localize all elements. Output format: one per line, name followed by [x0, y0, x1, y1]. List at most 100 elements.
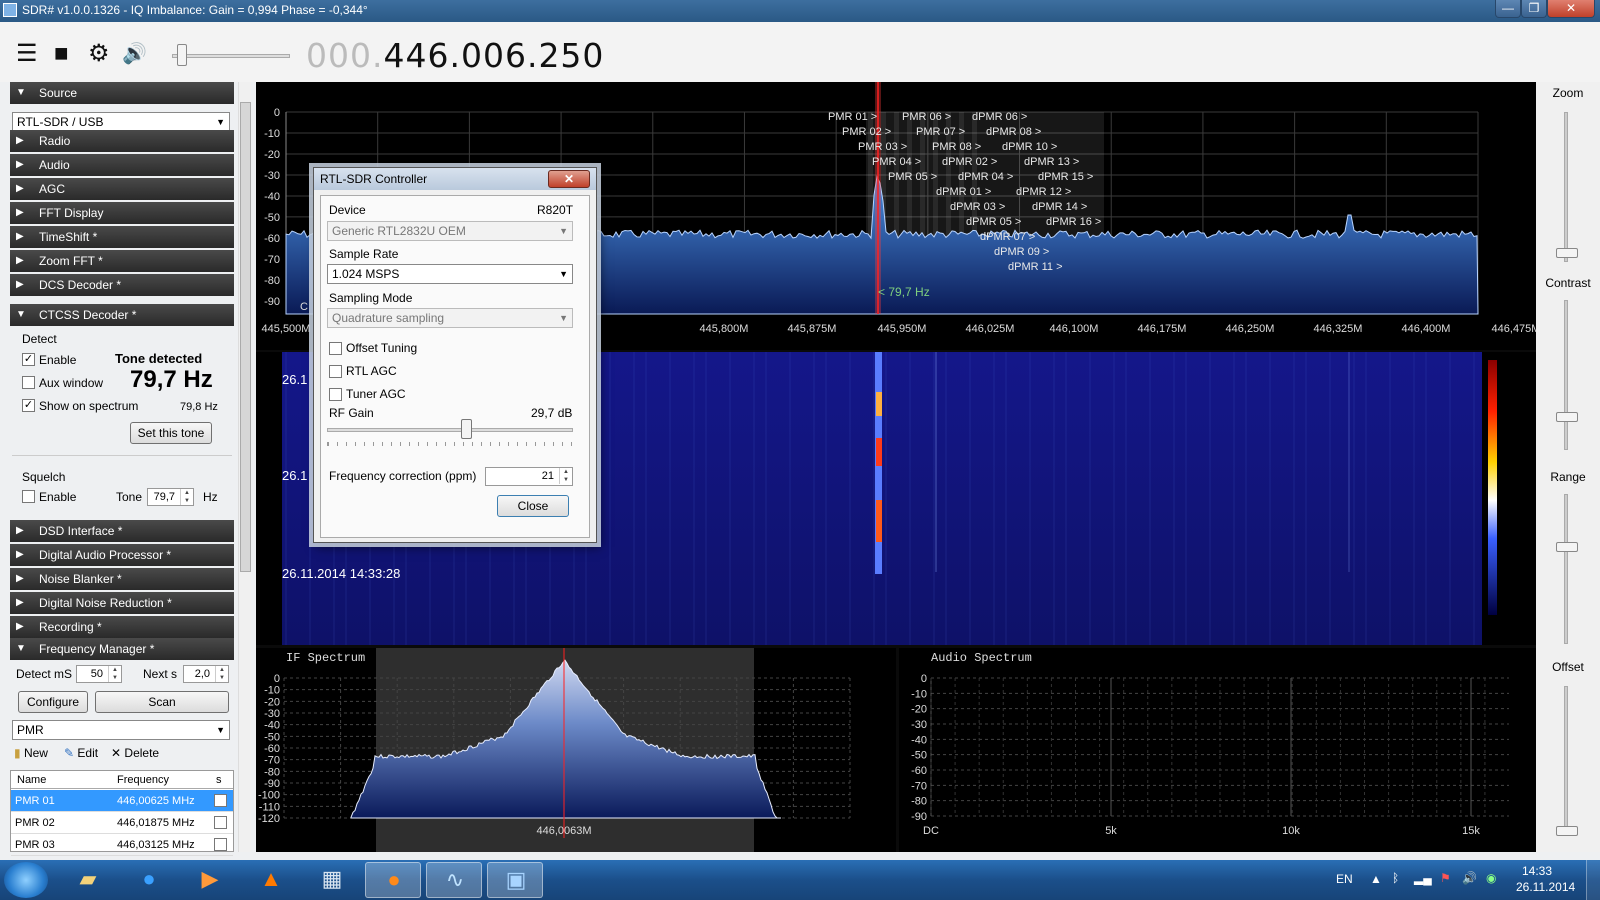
minimize-button[interactable]: — — [1495, 0, 1521, 18]
enable-checkbox[interactable]: ✓ — [22, 353, 35, 366]
tone-input[interactable]: 79,7 ▲ ▼ — [147, 488, 194, 506]
section-header[interactable]: ▶ Noise Blanker * — [10, 568, 234, 590]
freq-correction-input[interactable]: 21 ▲ ▼ — [485, 467, 573, 486]
next-s-input[interactable]: 2,0 ▲ ▼ — [183, 665, 229, 683]
dialog-close-button[interactable]: Close — [497, 495, 569, 517]
frequency-display[interactable]: 000.446.006.250 — [306, 36, 604, 75]
taskbar-calculator[interactable]: ▦ — [304, 862, 360, 898]
start-button[interactable] — [4, 862, 48, 898]
range-slider[interactable] — [1564, 494, 1568, 644]
section-frequency-manager[interactable]: ▼ Frequency Manager * — [10, 638, 234, 660]
scan-button[interactable]: Scan — [95, 691, 229, 713]
column-name[interactable]: Name — [17, 774, 46, 786]
taskbar-remote-desktop[interactable]: ▣ — [487, 862, 543, 898]
network-signal-icon[interactable]: ▂▄ — [1414, 871, 1432, 885]
channel-label: dPMR 05 > — [966, 216, 1021, 228]
section-header[interactable]: ▶ TimeShift * — [10, 226, 234, 248]
section-header[interactable]: ▶ Digital Noise Reduction * — [10, 592, 234, 614]
bluetooth-icon[interactable]: ᛒ — [1392, 871, 1399, 885]
spinner-arrows-icon[interactable]: ▲ ▼ — [180, 489, 193, 505]
rtl-agc-checkbox[interactable] — [329, 365, 342, 378]
contrast-thumb[interactable] — [1556, 412, 1578, 422]
if-spectrum-panel[interactable]: 0 -10 -20 -30 -40 -50 -60 -70 -80 -90 -100 -110 -120… — [256, 648, 896, 852]
row-checkbox[interactable] — [214, 794, 227, 807]
volume-thumb[interactable] — [177, 44, 188, 66]
offset-tuning-checkbox[interactable] — [329, 342, 342, 355]
delete-button[interactable]: ✕ Delete — [111, 746, 159, 760]
show-on-spectrum-checkbox[interactable]: ✓ — [22, 399, 35, 412]
detect-ms-input[interactable]: 50 ▲ ▼ — [76, 665, 122, 683]
taskbar-media-center[interactable]: ▶ — [182, 862, 238, 898]
tray-expand-icon[interactable]: ▲ — [1370, 872, 1382, 886]
section-header[interactable]: ▶ Zoom FFT * — [10, 250, 234, 272]
network-status-icon[interactable]: ◉ — [1486, 871, 1496, 885]
taskbar-firefox[interactable]: ● — [365, 862, 421, 898]
section-header[interactable]: ▶ FFT Display — [10, 202, 234, 224]
y-tick-label: 0 — [921, 673, 927, 685]
speaker-icon[interactable]: 🔊 — [1462, 871, 1477, 885]
section-header[interactable]: ▶ DSD Interface * — [10, 520, 234, 542]
range-thumb[interactable] — [1556, 542, 1578, 552]
section-header[interactable]: ▶ Radio — [10, 130, 234, 152]
rf-gain-thumb[interactable] — [460, 419, 472, 439]
language-indicator[interactable]: EN — [1336, 872, 1353, 886]
squelch-enable-checkbox[interactable] — [22, 490, 35, 503]
offset-thumb[interactable] — [1556, 826, 1578, 836]
zoom-thumb[interactable] — [1556, 248, 1578, 258]
section-header[interactable]: ▶ AGC — [10, 178, 234, 200]
menu-icon[interactable]: ☰ — [16, 42, 38, 66]
spinner-arrows-icon[interactable]: ▲ ▼ — [108, 666, 121, 682]
close-window-button[interactable]: ✕ — [1547, 0, 1595, 18]
new-button[interactable]: ▮ New — [14, 746, 48, 760]
aux-window-checkbox[interactable] — [22, 376, 35, 389]
sample-rate-combo[interactable]: 1.024 MSPS ▼ — [327, 264, 573, 284]
stop-icon[interactable]: ■ — [54, 42, 69, 66]
contrast-slider[interactable] — [1564, 300, 1568, 450]
section-ctcss-decoder[interactable]: ▼ CTCSS Decoder * — [10, 304, 234, 326]
clock-date[interactable]: 26.11.2014 — [1516, 880, 1575, 894]
zoom-slider[interactable] — [1564, 112, 1568, 262]
clock-time[interactable]: 14:33 — [1522, 864, 1552, 878]
edit-button[interactable]: ✎ Edit — [64, 746, 98, 760]
restore-button[interactable]: ❐ — [1521, 0, 1547, 18]
action-center-flag-icon[interactable]: ⚑ — [1440, 871, 1451, 885]
section-header[interactable]: ▶ Audio — [10, 154, 234, 176]
tuner-agc-checkbox[interactable] — [329, 388, 342, 401]
table-row[interactable]: PMR 01 446,00625 MHz — [11, 790, 233, 812]
column-s[interactable]: s — [216, 774, 222, 786]
volume-slider[interactable] — [172, 44, 290, 68]
spinner-arrows-icon[interactable]: ▲ ▼ — [215, 666, 228, 682]
source-combo[interactable]: RTL-SDR / USB ▼ — [12, 112, 230, 132]
spinner-arrows-icon[interactable]: ▲ ▼ — [559, 468, 572, 484]
volume-track — [172, 54, 290, 58]
left-panel-scrollbar[interactable] — [238, 82, 251, 852]
channel-label: dPMR 15 > — [1038, 171, 1093, 183]
column-frequency[interactable]: Frequency — [117, 774, 169, 786]
row-checkbox[interactable] — [214, 816, 227, 829]
dialog-close-icon[interactable]: ✕ — [548, 170, 590, 188]
volume-icon[interactable]: 🔊 — [122, 42, 147, 66]
gear-icon[interactable]: ⚙ — [88, 42, 110, 66]
configure-button[interactable]: Configure — [18, 691, 88, 713]
show-desktop-button[interactable] — [1586, 860, 1600, 900]
x-tick-label: 445,950M — [878, 323, 927, 335]
taskbar-vlc[interactable]: ▲ — [243, 862, 299, 898]
rf-gain-track[interactable] — [327, 428, 573, 432]
section-header[interactable]: ▶ Digital Audio Processor * — [10, 544, 234, 566]
table-row[interactable]: PMR 03 446,03125 MHz — [11, 834, 233, 856]
section-header[interactable]: ▶ Recording * — [10, 616, 234, 638]
taskbar-media-player[interactable]: ● — [121, 862, 177, 898]
taskbar-sdrsharp[interactable]: ∿ — [426, 862, 482, 898]
scrollbar-thumb[interactable] — [240, 102, 251, 572]
audio-spectrum-panel[interactable]: 0 -10 -20 -30 -40 -50 -60 -70 -80 -90 DC 5k 10k 15k A… — [899, 648, 1536, 852]
section-header[interactable]: ▶ DCS Decoder * — [10, 274, 234, 296]
row-checkbox[interactable] — [214, 838, 227, 851]
x-tick-label: 445,500M — [262, 323, 311, 335]
group-combo[interactable]: PMR ▼ — [12, 720, 230, 740]
set-this-tone-button[interactable]: Set this tone — [130, 422, 212, 444]
taskbar-explorer[interactable]: ▰ — [60, 862, 116, 898]
section-source[interactable]: ▼ Source — [10, 82, 234, 104]
y-tick-label: -30 — [264, 708, 280, 720]
table-row[interactable]: PMR 02 446,01875 MHz — [11, 812, 233, 834]
offset-slider[interactable] — [1564, 686, 1568, 836]
